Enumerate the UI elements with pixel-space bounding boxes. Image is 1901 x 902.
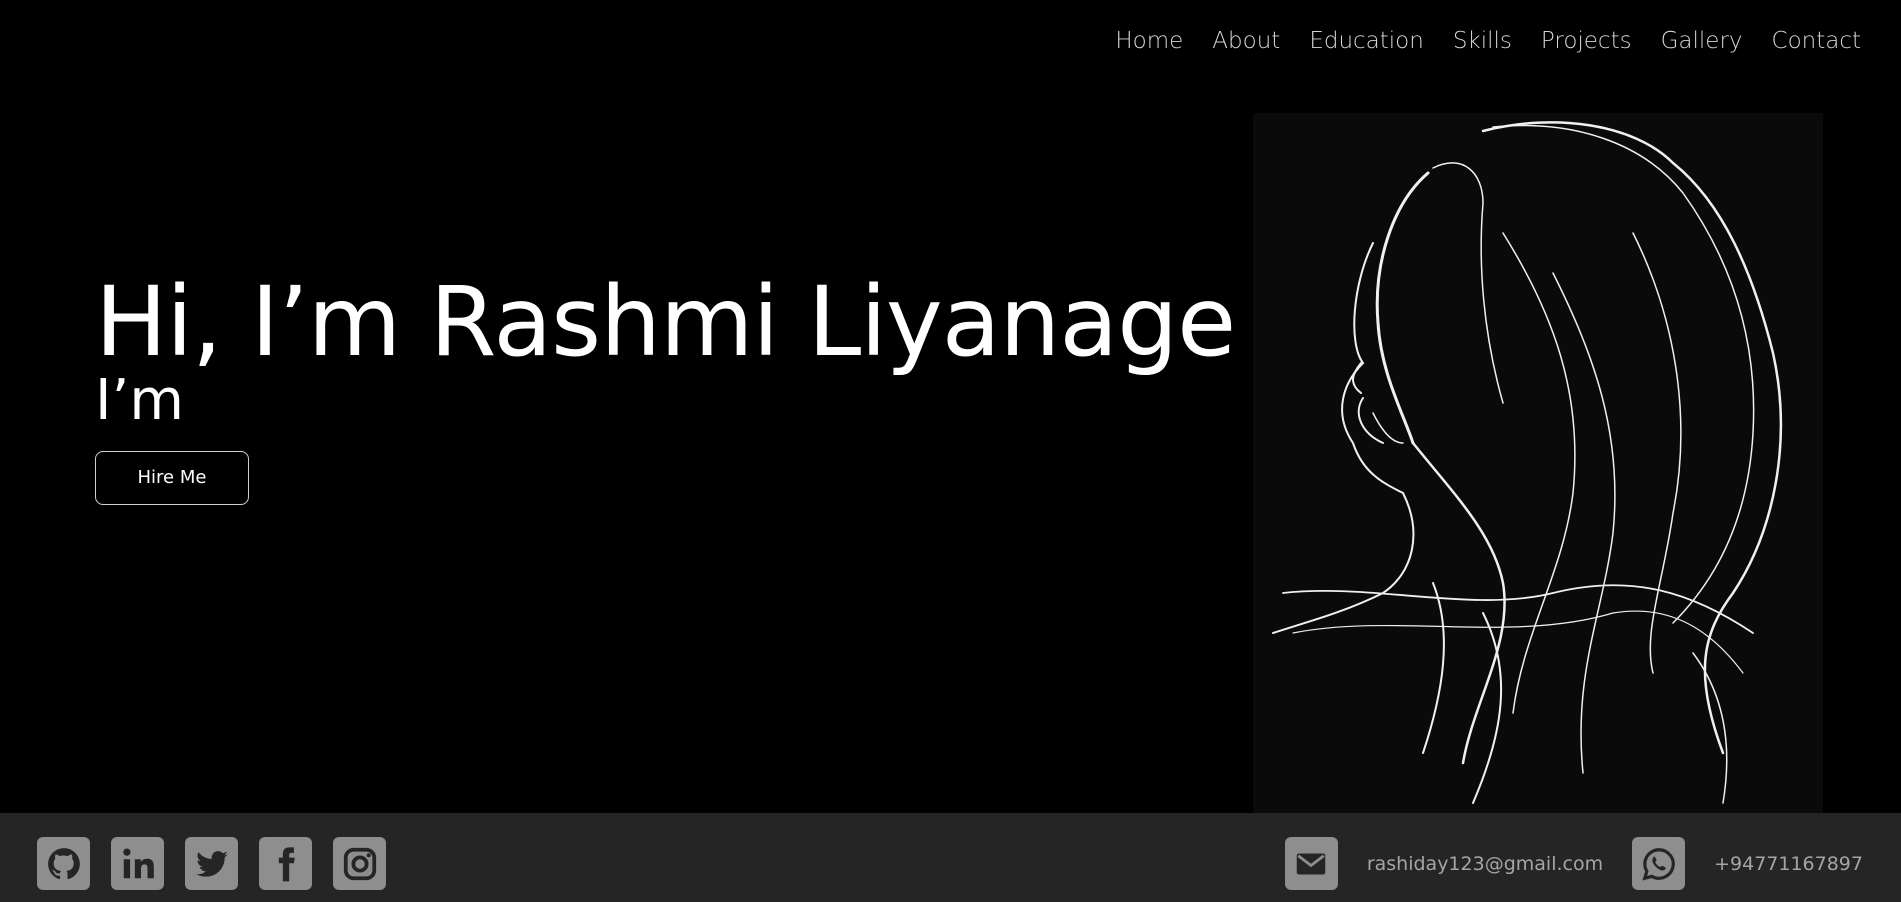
github-icon[interactable] (37, 837, 90, 890)
portrait-image (1253, 113, 1823, 813)
hire-me-button[interactable]: Hire Me (95, 450, 249, 505)
nav-about[interactable]: About (1212, 28, 1280, 54)
nav-skills[interactable]: Skills (1453, 28, 1512, 54)
hero-title: Hi, I’m Rashmi Liyanage (95, 266, 1236, 378)
contact-info: rashiday123@gmail.com +94771167897 (1284, 837, 1863, 890)
hero-subtitle: I’m (95, 367, 184, 433)
linkedin-icon[interactable] (111, 837, 164, 890)
nav-contact[interactable]: Contact (1772, 28, 1861, 54)
phone-text[interactable]: +94771167897 (1714, 853, 1863, 875)
nav-education[interactable]: Education (1309, 28, 1424, 54)
nav-gallery[interactable]: Gallery (1661, 28, 1743, 54)
instagram-icon[interactable] (333, 837, 386, 890)
email-text[interactable]: rashiday123@gmail.com (1367, 853, 1603, 875)
hero-section: Hi, I’m Rashmi Liyanage I’m Hire Me (95, 266, 1236, 505)
footer: rashiday123@gmail.com +94771167897 (0, 813, 1901, 902)
social-links (37, 837, 386, 890)
main-nav: Home About Education Skills Projects Gal… (1115, 28, 1861, 54)
envelope-icon[interactable] (1284, 837, 1338, 890)
whatsapp-icon[interactable] (1632, 837, 1686, 890)
twitter-icon[interactable] (185, 837, 238, 890)
facebook-icon[interactable] (259, 837, 312, 890)
nav-home[interactable]: Home (1115, 28, 1183, 54)
nav-projects[interactable]: Projects (1541, 28, 1632, 54)
line-art-woman-profile-icon (1272, 121, 1783, 804)
